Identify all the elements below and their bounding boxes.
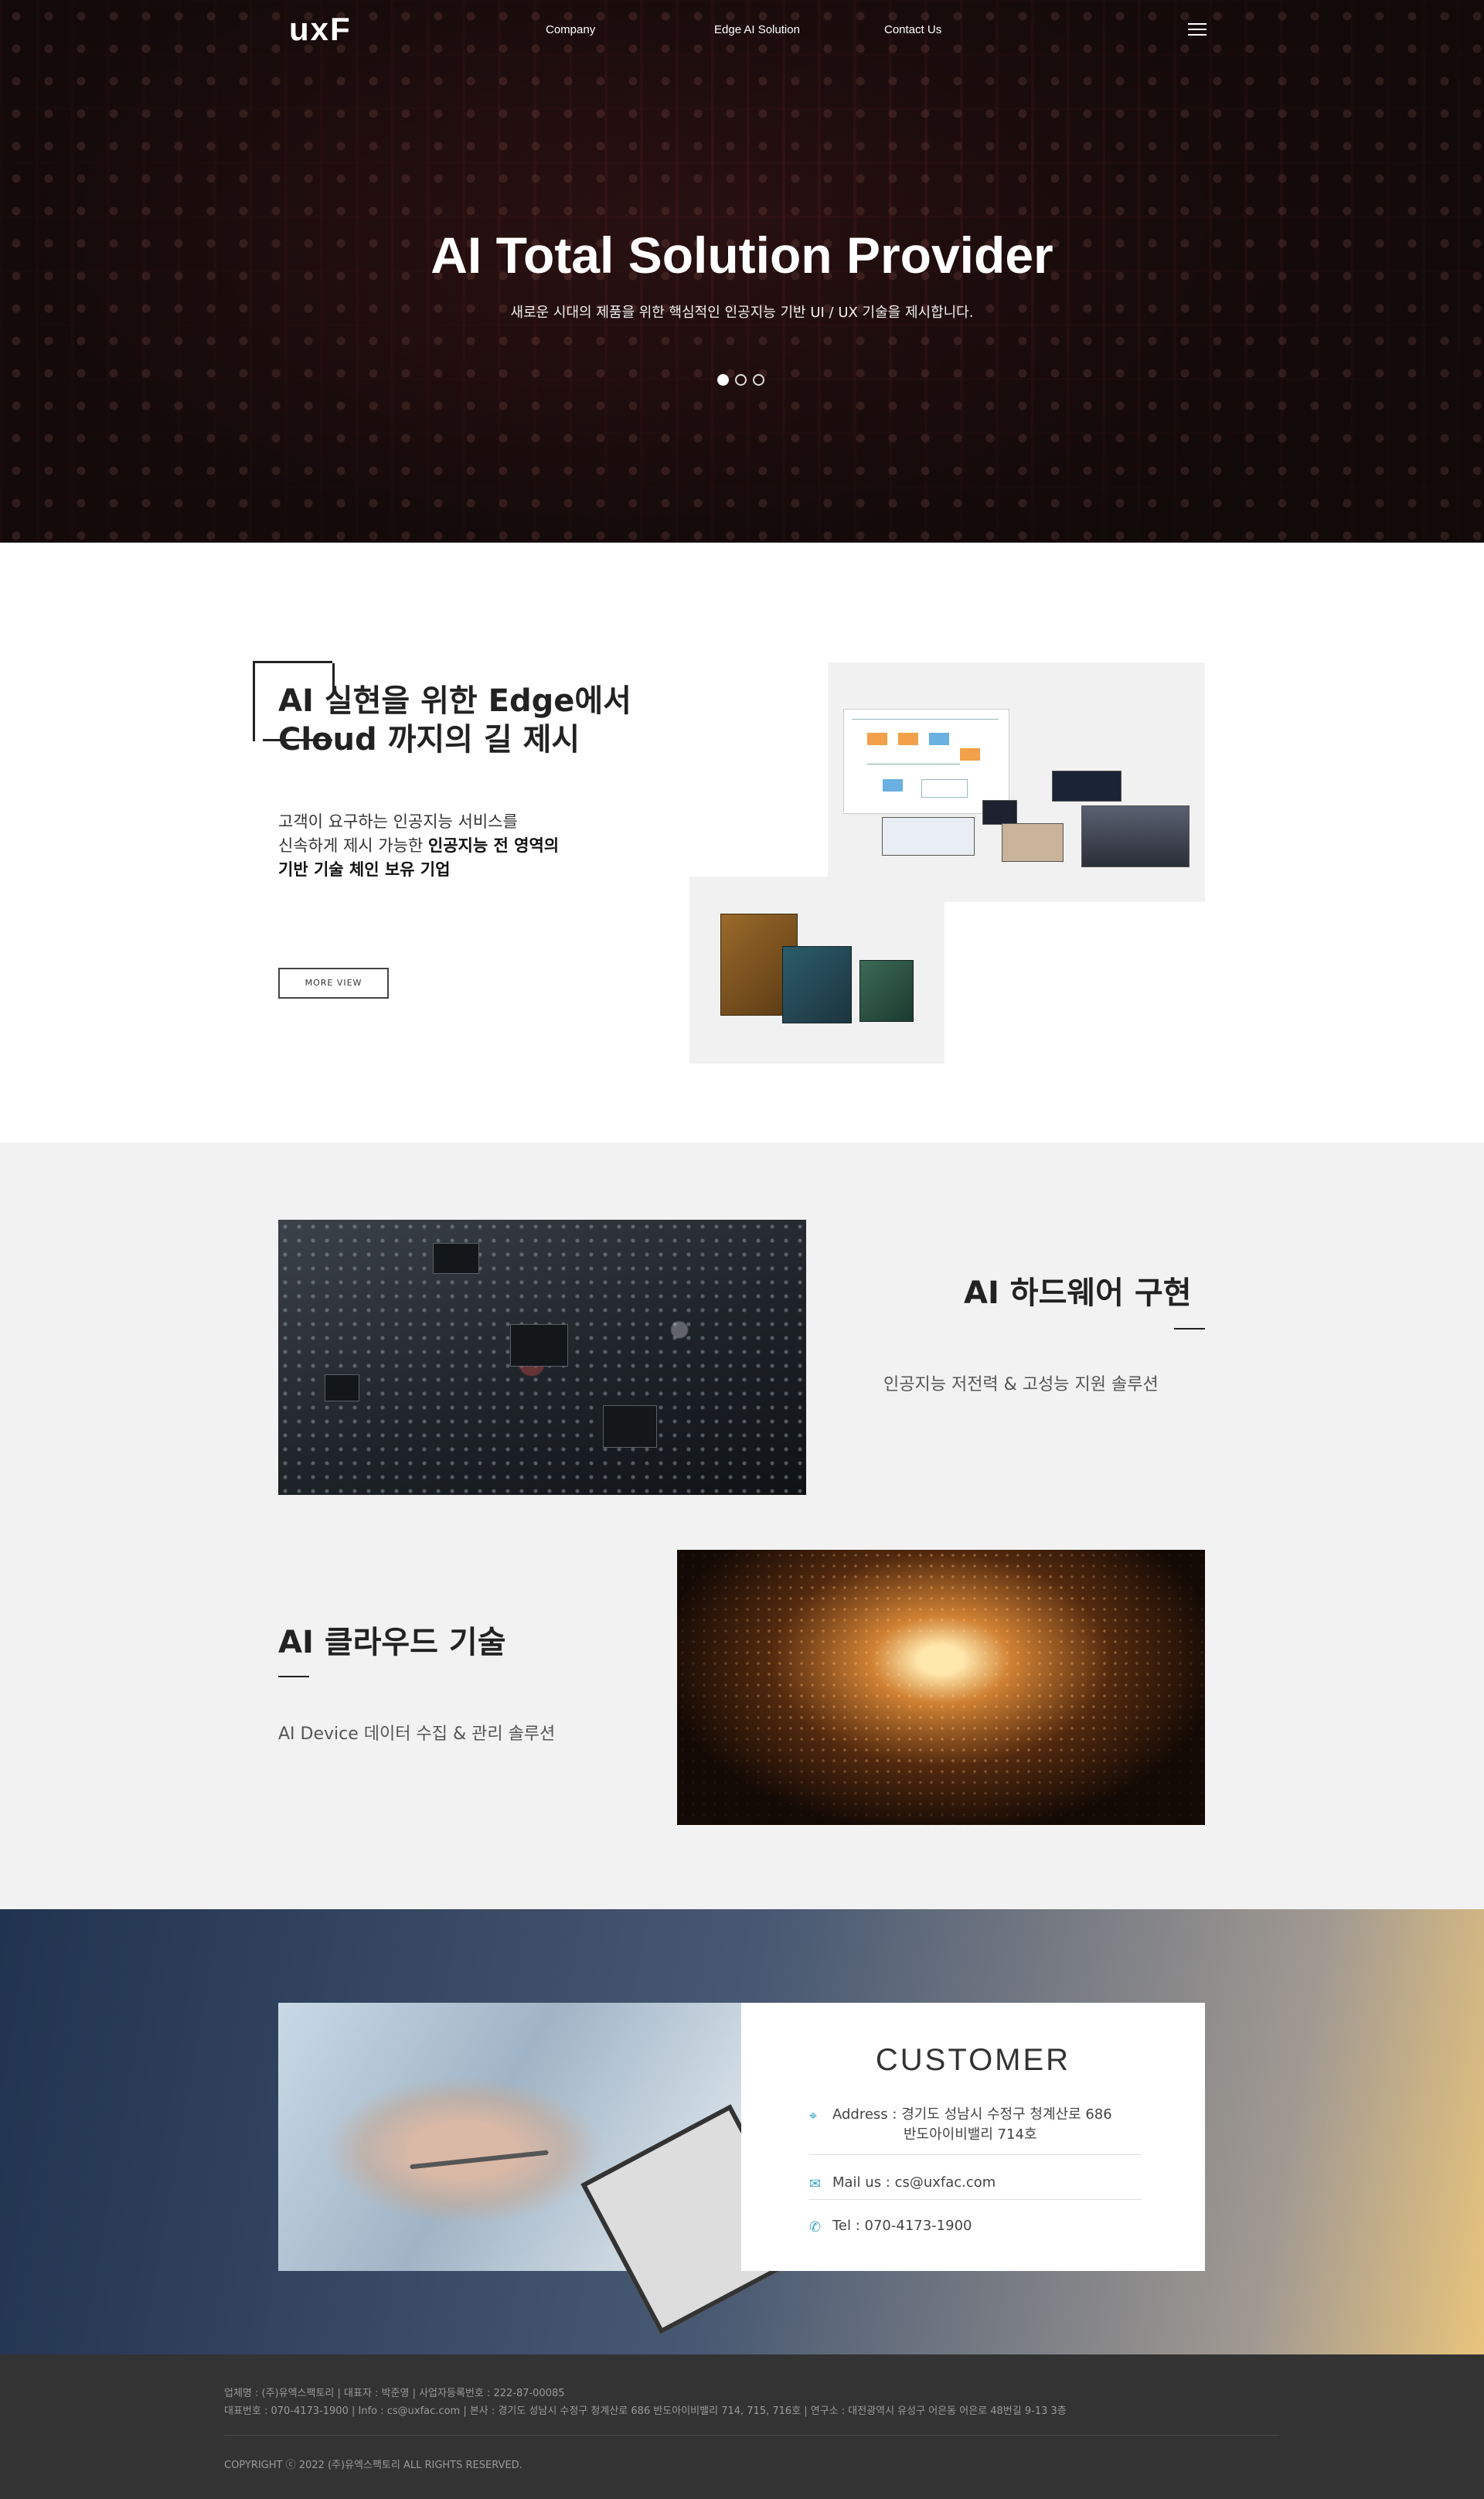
hero-subtitle: 새로운 시대의 제품을 위한 핵심적인 인공지능 기반 UI / UX 기술을 … <box>510 305 974 321</box>
cloud-description: AI Device 데이터 수집 & 관리 솔루션 <box>278 1724 556 1744</box>
customer-mail[interactable]: ✉ Mail us : cs@uxfac.com <box>809 2174 1142 2192</box>
nav-link-edge-ai-solution[interactable]: Edge AI Solution <box>714 23 800 36</box>
cloud-title: AI 클라우드 기술 <box>278 1625 506 1660</box>
nav-link-contact-us[interactable]: Contact Us <box>884 23 941 36</box>
customer-address: ⌖ Address : 경기도 성남시 수정구 청계산로 686 반도아이비밸리… <box>809 2106 1112 2143</box>
customer-tel[interactable]: ✆ Tel : 070-4173-1900 <box>809 2218 1142 2235</box>
circuit-board-image-1 <box>782 946 852 1023</box>
business-hand-tablet-photo <box>278 2003 811 2334</box>
hamburger-menu-icon[interactable] <box>1188 23 1207 37</box>
cloud-underline <box>278 1676 309 1677</box>
mail-icon: ✉ <box>809 2176 822 2192</box>
hardware-underline <box>1174 1328 1205 1330</box>
uxf-logo[interactable]: uxF <box>289 11 352 48</box>
edge-section-description: 고객이 요구하는 인공지능 서비스를 신속하게 제시 가능한 인공지능 전 영역… <box>278 812 560 879</box>
edge-title-line-2: Cloud 까지의 길 제시 <box>278 722 580 758</box>
site-footer: 업체명 : (주)유엑스팩토리 | 대표자 : 박준영 | 사업자등록번호 : … <box>0 2354 1484 2499</box>
tablet-photo <box>1002 823 1064 862</box>
edge-title-line-1: AI 실현을 위한 Edge에서 <box>278 683 631 719</box>
software-screens-image <box>828 662 1205 902</box>
top-navigation: uxF Company Edge AI Solution Contact Us <box>0 0 1484 62</box>
footer-contact-info: 대표번호 : 070-4173-1900 | Info : cs@uxfac.c… <box>224 2405 1067 2417</box>
hardware-description: 인공지능 저전력 & 고성능 지원 솔루션 <box>883 1375 1159 1394</box>
data-light-tunnel-photo <box>677 1550 1205 1825</box>
pcb-closeup-photo <box>278 1220 806 1495</box>
phone-icon: ✆ <box>809 2219 822 2235</box>
more-view-button[interactable]: MORE VIEW <box>278 968 389 999</box>
slide-dot-3[interactable] <box>753 374 764 386</box>
hardware-boards-image <box>689 877 945 1064</box>
dashboard-screen <box>882 817 975 856</box>
hardware-title: AI 하드웨어 구현 <box>964 1275 1192 1311</box>
monitor-screen <box>982 800 1017 825</box>
footer-copyright: COPYRIGHT ⓒ 2022 (주)유엑스팩토리 ALL RIGHTS RE… <box>224 2460 522 2471</box>
customer-title: CUSTOMER <box>875 2043 1071 2077</box>
slide-dot-1[interactable] <box>717 374 729 386</box>
slide-pager <box>717 374 764 386</box>
hero-title: AI Total Solution Provider <box>431 226 1053 284</box>
slide-dot-2[interactable] <box>735 374 747 386</box>
footer-company-info: 업체명 : (주)유엑스팩토리 | 대표자 : 박준영 | 사업자등록번호 : … <box>224 2388 565 2399</box>
architecture-diagram-image <box>843 709 1009 814</box>
location-pin-icon: ⌖ <box>809 2108 818 2124</box>
nav-link-company[interactable]: Company <box>546 23 595 36</box>
device-screen <box>1081 805 1190 867</box>
customer-contact-card: CUSTOMER ⌖ Address : 경기도 성남시 수정구 청계산로 68… <box>741 2003 1205 2271</box>
edge-section-title: AI 실현을 위한 Edge에서 Cloud 까지의 길 제시 <box>278 682 631 759</box>
ui-screen <box>1052 771 1122 802</box>
circuit-board-image-2 <box>859 960 914 1022</box>
